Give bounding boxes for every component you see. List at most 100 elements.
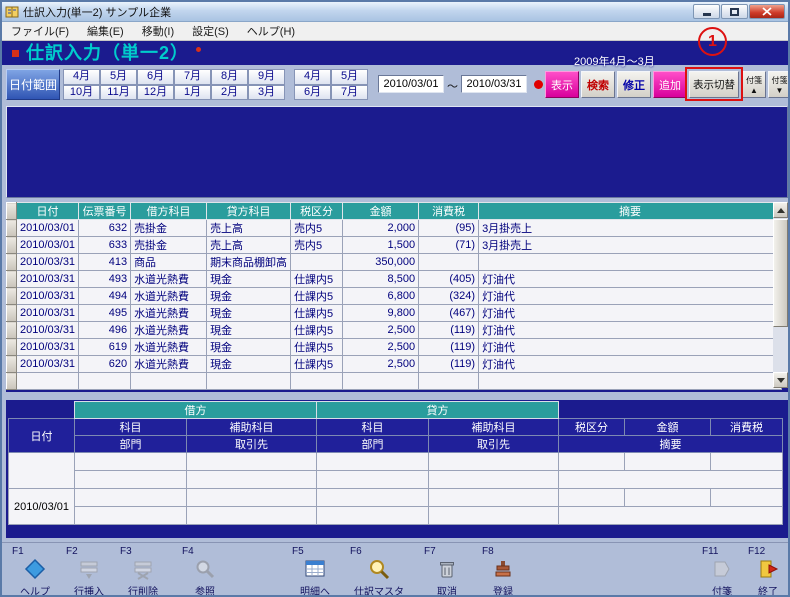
month-button[interactable]: 8月	[211, 69, 248, 85]
row-selector[interactable]	[6, 219, 17, 237]
form-col-credit-account: 科目	[316, 418, 429, 436]
journal-row[interactable]: 2010/03/31 620 水道光熱費 現金 仕課内5 2,500 (119) 灯油代	[6, 355, 783, 373]
month-button[interactable]: 1月	[174, 84, 211, 100]
journal-row[interactable]: 2010/03/31 493 水道光熱費 現金 仕課内5 8,500 (405) 灯油代	[6, 270, 783, 288]
month-button[interactable]: 2月	[211, 84, 248, 100]
scrollbar-thumb[interactable]	[773, 219, 788, 327]
maximize-button[interactable]	[721, 4, 748, 19]
month-button[interactable]: 5月	[100, 69, 137, 85]
tax-class-input[interactable]	[558, 488, 625, 507]
month-button[interactable]: 4月	[63, 69, 100, 85]
journal-cell	[15, 372, 80, 390]
journal-row[interactable]: 2010/03/01 633 売掛金 売上高 売内5 1,500 (71) 3月掛売上	[6, 236, 783, 254]
fkey-label: 終了	[758, 587, 778, 597]
fkey-f5-button[interactable]: F5 明細へ	[290, 546, 340, 595]
journal-cell: (119)	[418, 355, 480, 373]
row-selector[interactable]	[6, 236, 17, 254]
month-button[interactable]: 10月	[63, 84, 100, 100]
journal-row[interactable]: 2010/03/31 413 商品 期末商品棚卸高 350,000	[6, 253, 783, 271]
add-button[interactable]: 追加	[653, 71, 687, 98]
debit-partner-input[interactable]	[186, 506, 317, 525]
scroll-down-button[interactable]	[773, 372, 788, 388]
quarter-month-button[interactable]: 5月	[331, 69, 368, 85]
date-from-input[interactable]	[378, 75, 444, 93]
memo-input[interactable]	[558, 470, 783, 489]
toggle-view-button[interactable]: 表示切替	[689, 71, 739, 98]
amount-input[interactable]	[624, 488, 711, 507]
month-button[interactable]: 6月	[137, 69, 174, 85]
modify-button[interactable]: 修正	[617, 71, 651, 98]
journal-scrollbar[interactable]	[773, 202, 788, 388]
journal-cell	[478, 372, 783, 390]
row-selector[interactable]	[6, 355, 17, 373]
journal-cell: 495	[78, 304, 132, 322]
journal-row[interactable]: 2010/03/31 619 水道光熱費 現金 仕課内5 2,500 (119) 灯油代	[6, 338, 783, 356]
journal-row[interactable]: 2010/03/01 632 売掛金 売上高 売内5 2,000 (95) 3月掛売上	[6, 219, 783, 237]
month-button[interactable]: 9月	[248, 69, 285, 85]
month-button[interactable]: 3月	[248, 84, 285, 100]
entry-date-cell[interactable]: 2010/03/01	[8, 488, 75, 525]
close-button[interactable]	[749, 4, 785, 19]
debit-account-input[interactable]	[74, 488, 187, 507]
journal-cell: 現金	[206, 355, 292, 373]
entry-date-cell[interactable]	[8, 452, 75, 489]
tax-amount-input[interactable]	[710, 488, 783, 507]
credit-dept-input[interactable]	[316, 470, 429, 489]
credit-dept-input[interactable]	[316, 506, 429, 525]
credit-partner-input[interactable]	[428, 506, 559, 525]
fkey-label: 行削除	[128, 587, 158, 597]
row-selector[interactable]	[6, 304, 17, 322]
debit-account-input[interactable]	[74, 452, 187, 471]
quarter-month-button[interactable]: 6月	[294, 84, 331, 100]
menu-item-1[interactable]: 編集(E)	[78, 21, 133, 41]
credit-account-input[interactable]	[316, 488, 429, 507]
journal-row[interactable]: 2010/03/31 494 水道光熱費 現金 仕課内5 6,800 (324) 灯油代	[6, 287, 783, 305]
debit-dept-input[interactable]	[74, 470, 187, 489]
menu-item-2[interactable]: 移動(I)	[133, 21, 183, 41]
fkey-f12-button[interactable]: F12 終了	[746, 546, 788, 597]
month-button[interactable]: 7月	[174, 69, 211, 85]
credit-sub-input[interactable]	[428, 488, 559, 507]
month-button[interactable]: 12月	[137, 84, 174, 100]
menu-item-4[interactable]: ヘルプ(H)	[238, 21, 304, 41]
search-button[interactable]: 検索	[581, 71, 615, 98]
menu-item-3[interactable]: 設定(S)	[183, 21, 238, 41]
credit-account-input[interactable]	[316, 452, 429, 471]
row-selector[interactable]	[6, 270, 17, 288]
minimize-button[interactable]	[693, 4, 720, 19]
quarter-month-button[interactable]: 4月	[294, 69, 331, 85]
display-button[interactable]: 表示	[545, 71, 579, 98]
fusen-down-button[interactable]: 付箋▼	[768, 71, 788, 98]
journal-row[interactable]: 2010/03/31 495 水道光熱費 現金 仕課内5 9,800 (467) 灯油代	[6, 304, 783, 322]
tax-amount-input[interactable]	[710, 452, 783, 471]
fkey-f7-button[interactable]: F7 取消	[422, 546, 472, 595]
quarter-month-button[interactable]: 7月	[331, 84, 368, 100]
month-button[interactable]: 11月	[100, 84, 137, 100]
fkey-f8-button[interactable]: F8 登録	[480, 546, 526, 595]
debit-dept-input[interactable]	[74, 506, 187, 525]
tax-class-input[interactable]	[558, 452, 625, 471]
memo-input[interactable]	[558, 506, 783, 525]
debit-partner-input[interactable]	[186, 470, 317, 489]
fkey-f1-button[interactable]: F1 ヘルプ	[10, 546, 60, 597]
debit-sub-input[interactable]	[186, 488, 317, 507]
amount-input[interactable]	[624, 452, 711, 471]
row-selector[interactable]	[6, 338, 17, 356]
journal-row[interactable]	[6, 372, 783, 390]
scroll-up-button[interactable]	[773, 202, 788, 218]
credit-sub-input[interactable]	[428, 452, 559, 471]
credit-partner-input[interactable]	[428, 470, 559, 489]
row-selector[interactable]	[6, 321, 17, 339]
function-key-bar: F1 ヘルプ F2 行挿入 F3 行削除 F4 参照 F5 明細へ F6 仕訳マスタ F7 取消 F8 登録 F…	[2, 542, 788, 595]
row-selector[interactable]	[6, 372, 17, 390]
date-to-input[interactable]	[461, 75, 527, 93]
row-selector[interactable]	[6, 253, 17, 271]
date-range-button[interactable]: 日付範囲	[6, 69, 60, 100]
fusen-up-button[interactable]: 付箋▲	[742, 71, 766, 98]
row-selector[interactable]	[6, 287, 17, 305]
fkey-label: ヘルプ	[20, 587, 50, 597]
journal-row[interactable]: 2010/03/31 496 水道光熱費 現金 仕課内5 2,500 (119) 灯油代	[6, 321, 783, 339]
debit-sub-input[interactable]	[186, 452, 317, 471]
menu-item-0[interactable]: ファイル(F)	[2, 21, 78, 41]
fkey-f6-button[interactable]: F6 仕訳マスタ	[348, 546, 410, 595]
